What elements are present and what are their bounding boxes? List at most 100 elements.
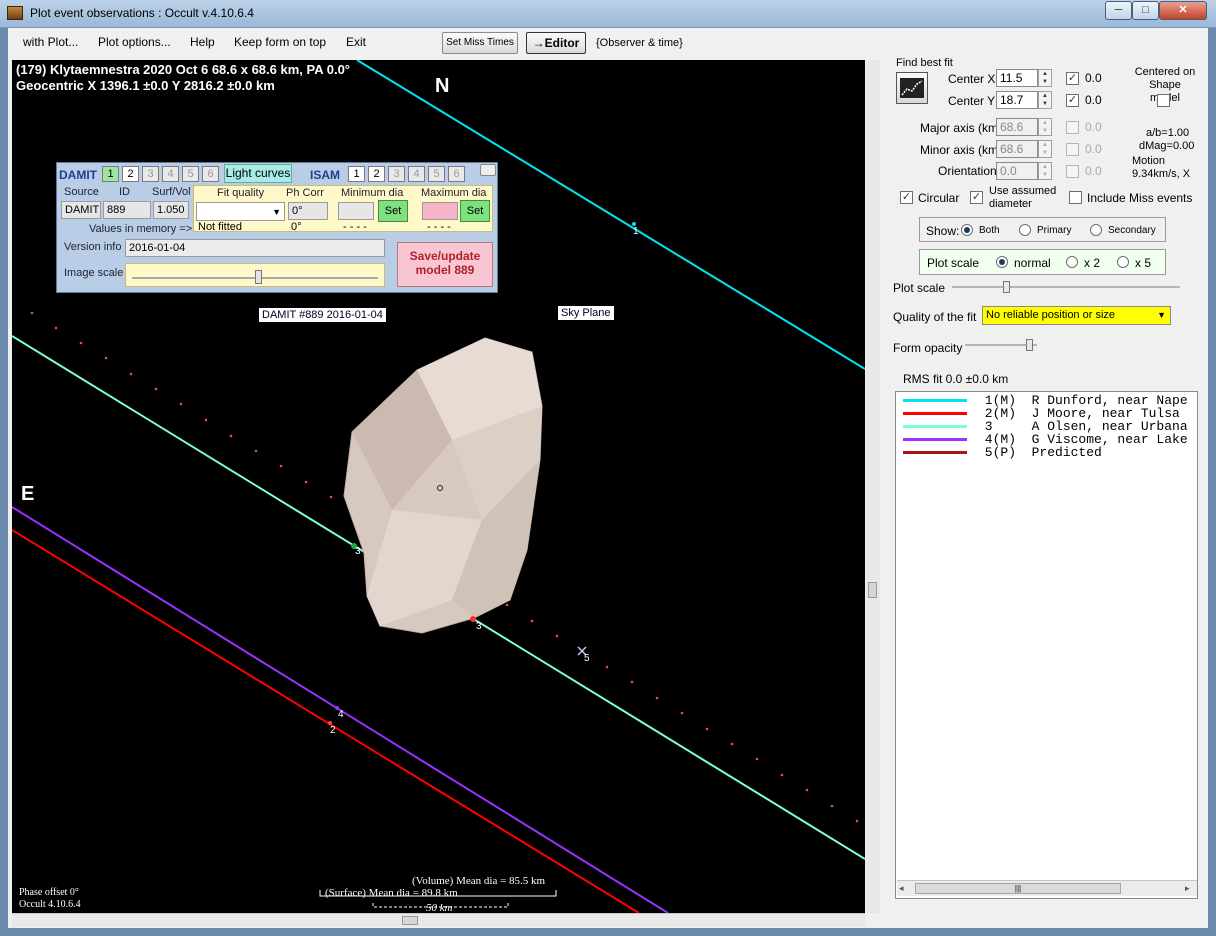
chord-label-3b: 3 [476,621,482,632]
form-opacity-thumb[interactable] [1026,339,1033,351]
fit-quality-select[interactable]: ▼ [196,202,285,221]
isam-model-6[interactable]: 6 [448,166,465,182]
image-scale-thumb[interactable] [255,270,262,284]
circular-label: Circular [918,191,960,205]
show-both-radio[interactable] [961,224,973,236]
source-field: DAMIT [61,201,101,219]
id-field: 889 [103,201,151,219]
quality-of-fit-label: Quality of the fit [893,310,977,324]
isam-model-2[interactable]: 2 [368,166,385,182]
major-axis-spinner[interactable]: ▲ ▼ [1038,118,1052,136]
menu-exit[interactable]: Exit [346,35,366,49]
isam-model-3[interactable]: 3 [388,166,405,182]
center-x-input[interactable]: 11.5 [996,69,1038,87]
show-both-label: Both [979,225,1000,236]
major-axis-checkbox[interactable] [1066,121,1079,134]
legend-line-2 [903,412,967,415]
h-scroll-thumb[interactable] [402,916,418,925]
scroll-left-icon[interactable]: ◂ [899,883,904,894]
not-fitted-label: Not fitted [198,221,243,233]
isam-model-1[interactable]: 1 [348,166,365,182]
scale-normal-label: normal [1014,256,1051,270]
legend-horizontal-scrollbar[interactable]: ◂ ||| ▸ [897,880,1197,896]
min-dia-field[interactable] [338,202,374,220]
light-curves-button[interactable]: Light curves [224,164,292,183]
form-opacity-slider[interactable] [965,337,1039,355]
scale-x2-radio[interactable] [1066,256,1078,268]
set-miss-times-button[interactable]: Set Miss Times [442,32,518,54]
orientation-input[interactable]: 0.0 [996,162,1038,180]
center-x-spinner[interactable]: ▲ ▼ [1038,69,1052,87]
save-update-model-button[interactable]: Save/update model 889 [397,242,493,287]
isam-model-4[interactable]: 4 [408,166,425,182]
minor-axis-checkbox[interactable] [1066,143,1079,156]
quality-of-fit-select[interactable]: No reliable position or size ▼ [982,306,1171,325]
plot-horizontal-scrollbar[interactable] [12,913,865,927]
show-secondary-radio[interactable] [1090,224,1102,236]
dmag-value: dMag=0.00 [1139,140,1195,152]
observer-legend-list[interactable] [895,391,1198,899]
damit-model-6[interactable]: 6 [202,166,219,182]
show-secondary-label: Secondary [1108,225,1156,236]
center-x-checkbox[interactable]: ✓ [1066,72,1079,85]
menu-plot-options[interactable]: Plot options... [98,35,171,49]
use-assumed-diameter-label: Use assumed diameter [989,185,1057,210]
center-y-checkbox[interactable]: ✓ [1066,94,1079,107]
plot-scale-group-label: Plot scale [927,256,980,270]
damit-model-5[interactable]: 5 [182,166,199,182]
find-best-fit-button[interactable] [896,72,928,104]
scale-x5-radio[interactable] [1117,256,1129,268]
col-fit-quality-label: Fit quality [217,187,265,199]
close-button[interactable]: ✕ [1159,1,1207,20]
major-axis-input[interactable]: 68.6 [996,118,1038,136]
include-miss-checkbox[interactable] [1069,191,1082,204]
plot-vertical-scrollbar[interactable] [866,60,880,913]
set-max-dia-button[interactable]: Set [460,200,490,222]
damit-model-3[interactable]: 3 [142,166,159,182]
damit-model-2[interactable]: 2 [122,166,139,182]
legend-scroll-thumb[interactable]: ||| [915,883,1121,894]
center-y-input[interactable]: 18.7 [996,91,1038,109]
minor-axis-spinner[interactable]: ▲ ▼ [1038,140,1052,158]
min-dia-memory: - - - - [343,221,367,233]
show-label: Show: [926,224,960,238]
orientation-checkbox[interactable] [1066,165,1079,178]
col-ph-corr-label: Ph Corr [286,187,324,199]
damit-model-4[interactable]: 4 [162,166,179,182]
menu-help[interactable]: Help [190,35,215,49]
show-primary-label: Primary [1037,225,1072,236]
menu-with-plot[interactable]: with Plot... [23,35,78,49]
maximize-button[interactable]: □ [1132,1,1159,20]
observer-time-label: {Observer & time} [596,37,683,49]
menu-keep-on-top[interactable]: Keep form on top [234,35,326,49]
include-miss-label: Include Miss events [1087,191,1193,205]
scroll-right-icon[interactable]: ▸ [1185,883,1190,894]
orientation-spinner[interactable]: ▲ ▼ [1038,162,1052,180]
set-min-dia-button[interactable]: Set [378,200,408,222]
center-y-spinner[interactable]: ▲ ▼ [1038,91,1052,109]
isam-model-5[interactable]: 5 [428,166,445,182]
asteroid-shape-model [343,337,543,634]
image-scale-slider[interactable] [125,263,385,287]
plot-scale-slider[interactable] [952,279,1182,297]
use-assumed-diameter-checkbox[interactable]: ✓ [970,191,983,204]
chord-2-line [12,529,640,913]
scale-normal-radio[interactable] [996,256,1008,268]
plot-scale-thumb[interactable] [1003,281,1010,293]
minimize-button[interactable]: ─ [1105,1,1132,20]
max-dia-field[interactable] [422,202,458,220]
circular-checkbox[interactable]: ✓ [900,191,913,204]
show-primary-radio[interactable] [1019,224,1031,236]
damit-model-1[interactable]: 1 [102,166,119,182]
editor-button[interactable]: →Editor [526,32,586,54]
centered-on-shape-checkbox[interactable] [1157,94,1170,107]
title-bar: Plot event observations : Occult v.4.10.… [0,0,1216,28]
v-scroll-thumb[interactable] [868,582,877,598]
minor-axis-uncertainty: 0.0 [1085,142,1102,156]
ph-corr-field[interactable]: 0° [288,202,328,220]
chevron-down-icon: ▼ [1157,310,1166,320]
panel-minimize-button[interactable] [480,164,496,176]
legend-line-5 [903,451,967,454]
minor-axis-input[interactable]: 68.6 [996,140,1038,158]
app-icon [7,6,23,20]
